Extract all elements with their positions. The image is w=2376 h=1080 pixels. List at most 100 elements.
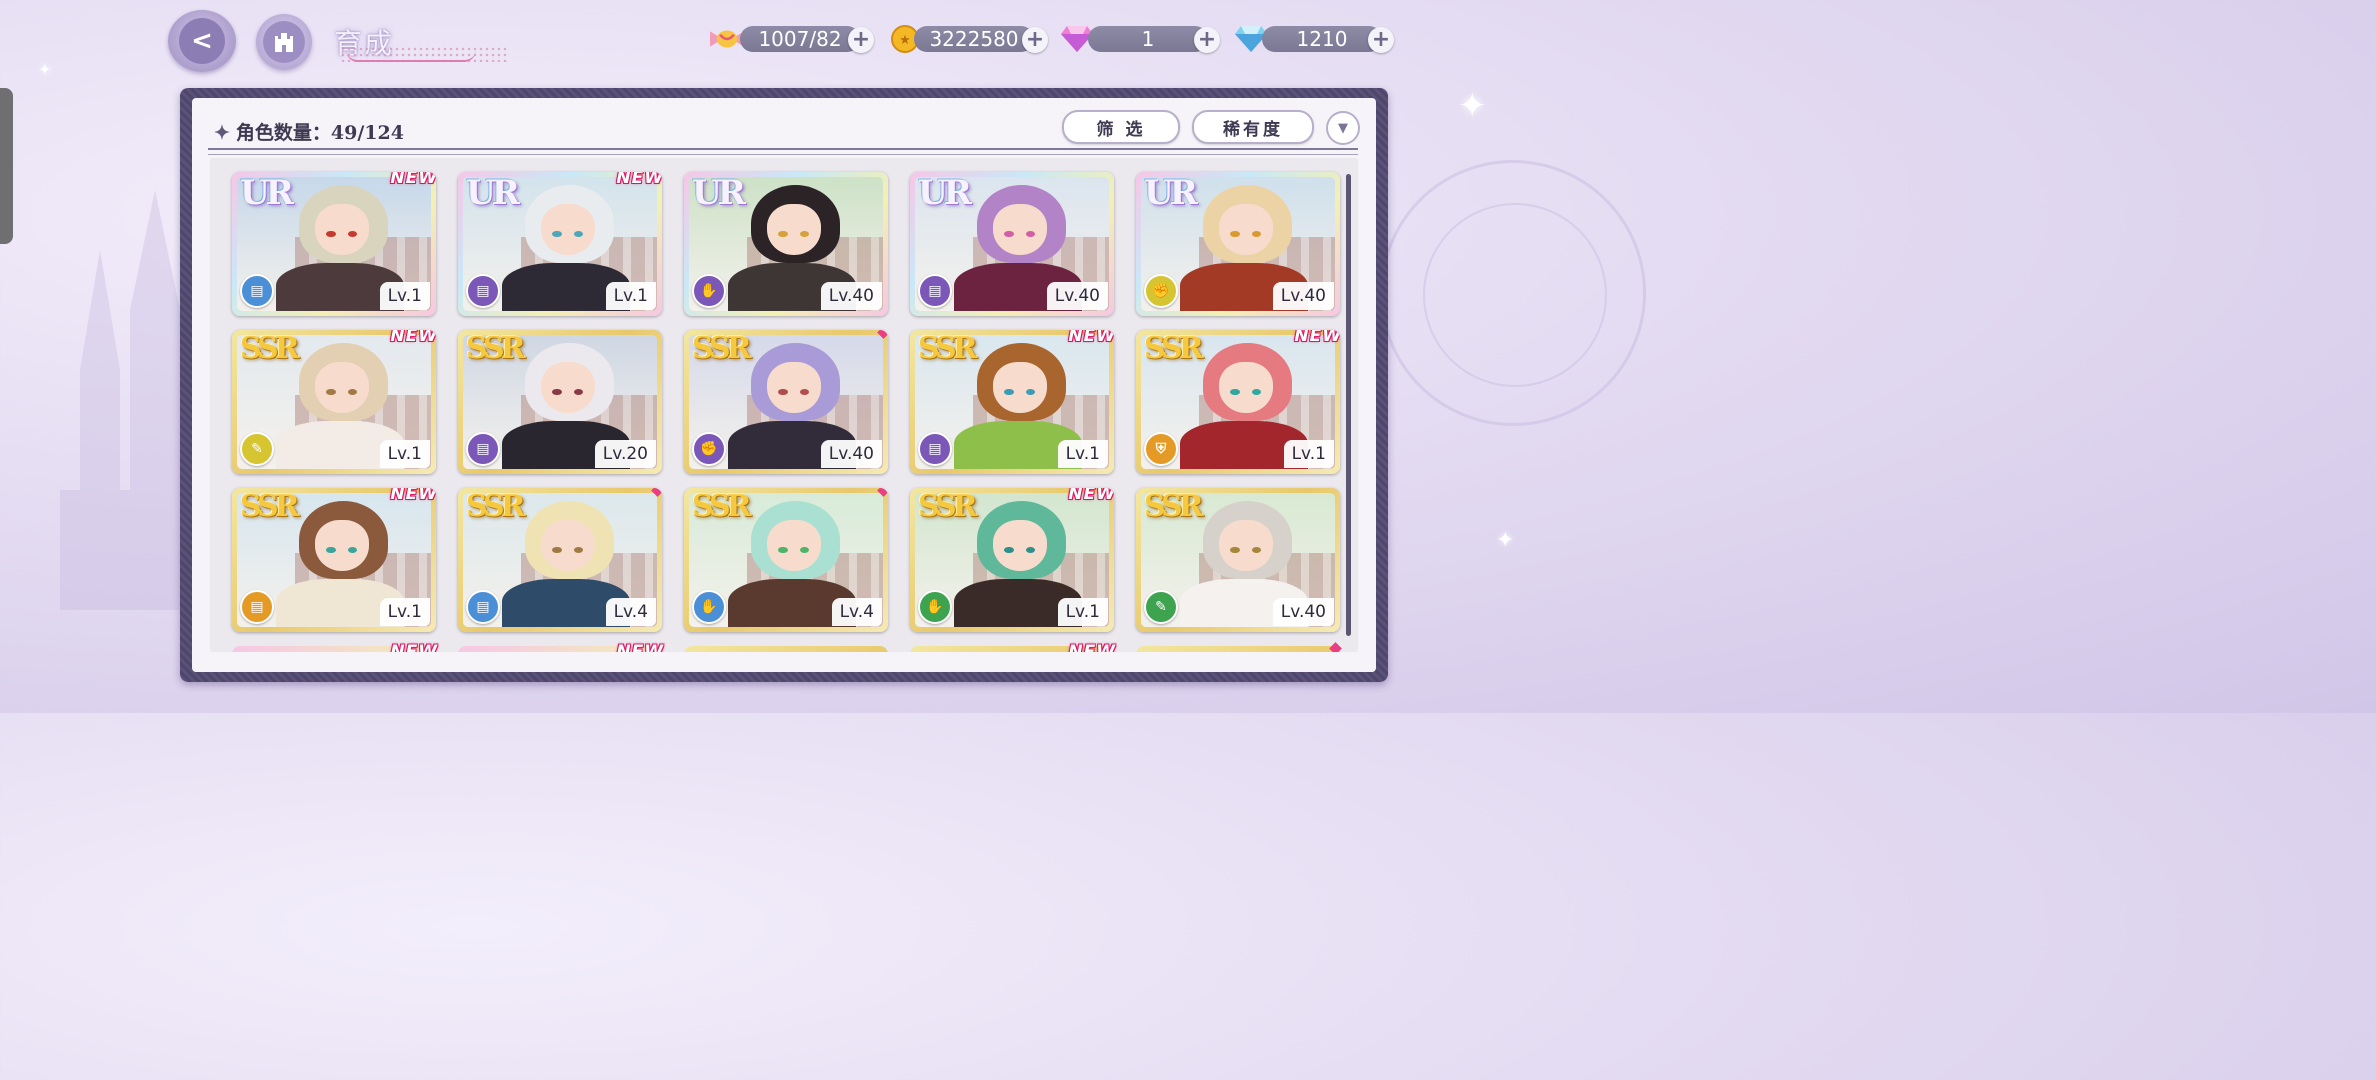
svg-text:★: ★ — [899, 33, 911, 48]
portrait-face — [1218, 361, 1273, 413]
character-card-partial[interactable]: NEW — [232, 642, 437, 652]
level-label: Lv.40 — [820, 282, 882, 310]
character-card[interactable]: UR ▤ Lv.40 — [910, 172, 1114, 316]
add-blue-diamond-button[interactable]: + — [1368, 27, 1394, 53]
header-divider — [208, 148, 1358, 155]
add-candy-button[interactable]: + — [848, 27, 874, 53]
portrait-eye — [326, 546, 336, 554]
rarity-badge: SSR — [466, 331, 526, 366]
character-card[interactable]: SSR NEW ✎ Lv.1 — [232, 330, 436, 474]
candy-counter: 1007/82 — [740, 26, 860, 52]
level-label: Lv.1 — [379, 440, 430, 468]
character-card-partial[interactable] — [684, 646, 888, 652]
coin-counter: 3222580 — [914, 26, 1034, 52]
character-grid[interactable]: UR NEW ▤ Lv.1 UR NEW ▤ Lv.1 UR ✋ Lv.40 UR ▤ Lv.40 UR ✊ L… — [210, 158, 1358, 652]
home-button[interactable] — [256, 14, 312, 70]
side-drawer-handle[interactable] — [0, 88, 13, 244]
level-label: Lv.40 — [1272, 282, 1334, 310]
character-card[interactable]: SSR ✎ Lv.40 — [1136, 488, 1340, 632]
portrait-face — [766, 519, 821, 571]
character-card[interactable]: UR NEW ▤ Lv.1 — [458, 172, 662, 316]
character-card[interactable]: UR NEW ▤ Lv.1 — [232, 172, 436, 316]
portrait-eye — [1230, 546, 1240, 554]
rarity-badge: SSR — [240, 331, 300, 366]
portrait-eye — [326, 230, 336, 238]
rarity-sort-button[interactable]: 稀有度 — [1192, 110, 1314, 144]
add-coin-button[interactable]: + — [1022, 27, 1048, 53]
character-card[interactable]: UR ✊ Lv.40 — [1136, 172, 1340, 316]
blue-diamond-counter: 1210 — [1262, 26, 1382, 52]
character-panel: ✦ 角色数量：49/124 筛 选 稀有度 ▼ UR NEW ▤ Lv.1 UR NEW ▤ L… — [180, 88, 1388, 682]
castle-home-icon — [263, 21, 305, 63]
level-label: Lv.1 — [1057, 598, 1108, 626]
sparkle-icon: ✦ — [38, 60, 52, 79]
portrait-face — [1218, 519, 1273, 571]
new-badge: NEW — [390, 642, 438, 652]
character-card[interactable]: SSR ✋ Lv.4 — [684, 488, 888, 632]
portrait-eye — [552, 230, 562, 238]
book-icon: ▤ — [918, 432, 952, 466]
book-icon: ▤ — [466, 432, 500, 466]
character-card[interactable]: SSR NEW ▤ Lv.1 — [232, 488, 436, 632]
filter-button[interactable]: 筛 选 — [1062, 110, 1180, 144]
character-card[interactable]: SSR ▤ Lv.4 — [458, 488, 662, 632]
character-card-partial[interactable]: NEW — [458, 642, 663, 652]
new-badge: NEW — [1294, 330, 1340, 346]
new-badge: NEW — [390, 488, 436, 504]
character-card[interactable]: SSR ▤ Lv.20 — [458, 330, 662, 474]
rarity-badge: SSR — [240, 489, 300, 524]
character-card[interactable]: SSR ✊ Lv.40 — [684, 330, 888, 474]
character-card-partial[interactable]: NEW — [910, 642, 1115, 652]
level-label: Lv.1 — [605, 282, 656, 310]
character-card[interactable]: UR ✋ Lv.40 — [684, 172, 888, 316]
portrait-face — [540, 361, 595, 413]
level-label: Lv.20 — [594, 440, 656, 468]
grid-scrollbar[interactable] — [1346, 174, 1351, 636]
portrait-face — [992, 361, 1047, 413]
portrait-eye — [1004, 546, 1014, 554]
level-label: Lv.40 — [1272, 598, 1334, 626]
wand-icon: ✎ — [240, 432, 274, 466]
rarity-badge: SSR — [692, 331, 752, 366]
add-pink-diamond-button[interactable]: + — [1194, 27, 1220, 53]
portrait-face — [540, 519, 595, 571]
portrait-eye — [778, 230, 788, 238]
level-label: Lv.1 — [379, 282, 430, 310]
character-card[interactable]: SSR NEW ✋ Lv.1 — [910, 488, 1114, 632]
rarity-badge: SSR — [918, 331, 978, 366]
hand-icon: ✋ — [918, 590, 952, 624]
new-badge: NEW — [616, 642, 664, 652]
rarity-badge: UR — [466, 173, 520, 213]
new-badge: NEW — [1068, 642, 1116, 652]
pink-diamond-value: 1 — [1141, 27, 1155, 51]
portrait-face — [540, 203, 595, 255]
coin-value: 3222580 — [929, 27, 1019, 51]
character-card[interactable]: SSR NEW ▤ Lv.1 — [910, 330, 1114, 474]
back-button[interactable]: < — [168, 10, 236, 72]
pink-diamond-counter: 1 — [1088, 26, 1208, 52]
portrait-eye — [552, 546, 562, 554]
portrait-face — [766, 361, 821, 413]
wand-icon: ✎ — [1144, 590, 1178, 624]
level-label: Lv.1 — [1057, 440, 1108, 468]
new-badge: NEW — [390, 172, 436, 188]
book-icon: ▤ — [466, 590, 500, 624]
character-card-partial[interactable] — [1136, 642, 1342, 652]
new-badge: NEW — [616, 172, 662, 188]
portrait-face — [314, 361, 369, 413]
portrait-eye — [326, 388, 336, 396]
notification-diamond-icon — [1329, 642, 1342, 652]
level-label: Lv.40 — [1046, 282, 1108, 310]
book-icon: ▤ — [240, 274, 274, 308]
level-label: Lv.1 — [379, 598, 430, 626]
hand-icon: ✋ — [692, 590, 726, 624]
sort-order-button[interactable]: ▼ — [1326, 111, 1360, 145]
portrait-eye — [1230, 230, 1240, 238]
portrait-face — [992, 203, 1047, 255]
fist-icon: ✊ — [1144, 274, 1178, 308]
character-card[interactable]: SSR NEW ⛨ Lv.1 — [1136, 330, 1340, 474]
book-icon: ▤ — [918, 274, 952, 308]
portrait-eye — [1004, 388, 1014, 396]
portrait-eye — [778, 388, 788, 396]
rarity-badge: UR — [1144, 173, 1198, 213]
